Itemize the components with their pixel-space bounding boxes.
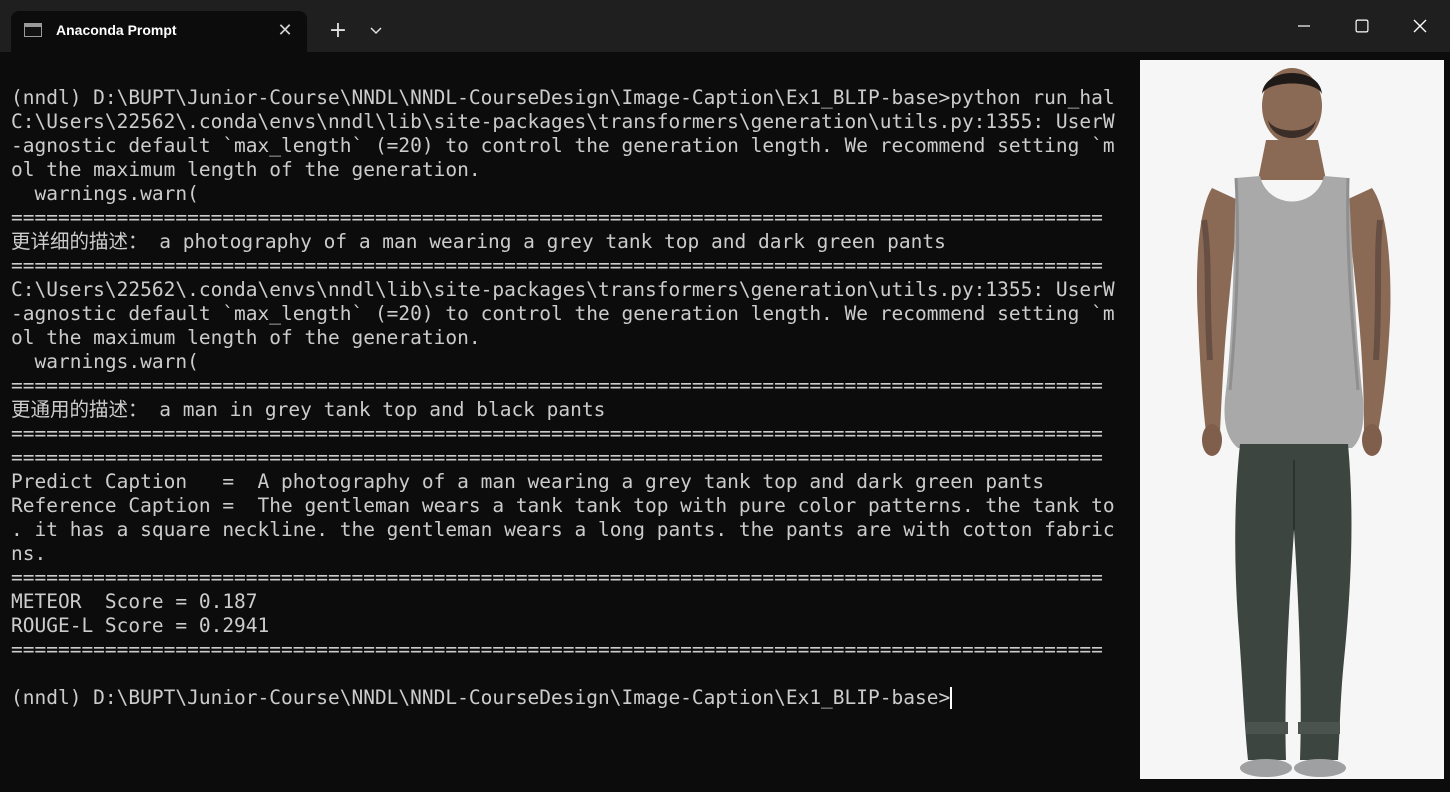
terminal-line: (nndl) D:\BUPT\Junior-Course\NNDL\NNDL-C…	[11, 686, 951, 709]
minimize-icon	[1298, 25, 1310, 27]
minimize-button[interactable]	[1275, 0, 1333, 52]
terminal-line: (nndl) D:\BUPT\Junior-Course\NNDL\NNDL-C…	[11, 86, 1115, 109]
terminal-line: ol the maximum length of the generation.	[11, 326, 481, 349]
terminal-output[interactable]: (nndl) D:\BUPT\Junior-Course\NNDL\NNDL-C…	[0, 52, 1140, 792]
terminal-icon	[24, 23, 42, 37]
tab-title: Anaconda Prompt	[56, 22, 177, 38]
maximize-icon	[1355, 19, 1369, 33]
terminal-line: -agnostic default `max_length` (=20) to …	[11, 302, 1115, 325]
terminal-line: ol the maximum length of the generation.	[11, 158, 481, 181]
terminal-line: -agnostic default `max_length` (=20) to …	[11, 134, 1115, 157]
terminal-line: C:\Users\22562\.conda\envs\nndl\lib\site…	[11, 110, 1115, 133]
terminal-line: ROUGE-L Score = 0.2941	[11, 614, 270, 637]
terminal-line: 更详细的描述： a photography of a man wearing a…	[11, 230, 946, 253]
terminal-line: ========================================…	[11, 446, 1103, 469]
terminal-line: warnings.warn(	[11, 182, 199, 205]
tab-close-button[interactable]: ✕	[273, 19, 297, 43]
terminal-line: ========================================…	[11, 422, 1103, 445]
person-photo-illustration	[1140, 60, 1444, 779]
terminal-line: Reference Caption = The gentleman wears …	[11, 494, 1115, 517]
terminal-line: Predict Caption = A photography of a man…	[11, 470, 1045, 493]
terminal-line: 更通用的描述： a man in grey tank top and black…	[11, 398, 606, 421]
maximize-button[interactable]	[1333, 0, 1391, 52]
terminal-line: ns.	[11, 542, 47, 565]
new-tab-button[interactable]: +	[324, 17, 352, 45]
text-cursor	[950, 687, 953, 709]
close-icon	[1413, 19, 1427, 33]
tab-dropdown-button[interactable]	[362, 17, 390, 45]
terminal-line: . it has a square neckline. the gentlema…	[11, 518, 1115, 541]
terminal-line: ========================================…	[11, 566, 1103, 589]
terminal-line: ========================================…	[11, 638, 1103, 661]
person-photo	[1140, 60, 1444, 779]
tab-anaconda-prompt[interactable]: Anaconda Prompt ✕	[11, 11, 307, 52]
chevron-down-icon	[370, 27, 382, 35]
terminal-line: warnings.warn(	[11, 350, 199, 373]
title-bar: Anaconda Prompt ✕ +	[0, 0, 1450, 52]
terminal-line: ========================================…	[11, 374, 1103, 397]
close-window-button[interactable]	[1391, 0, 1449, 52]
terminal-line: ========================================…	[11, 206, 1103, 229]
terminal-line: C:\Users\22562\.conda\envs\nndl\lib\site…	[11, 278, 1115, 301]
terminal-line: METEOR Score = 0.187	[11, 590, 258, 613]
terminal-line: ========================================…	[11, 254, 1103, 277]
